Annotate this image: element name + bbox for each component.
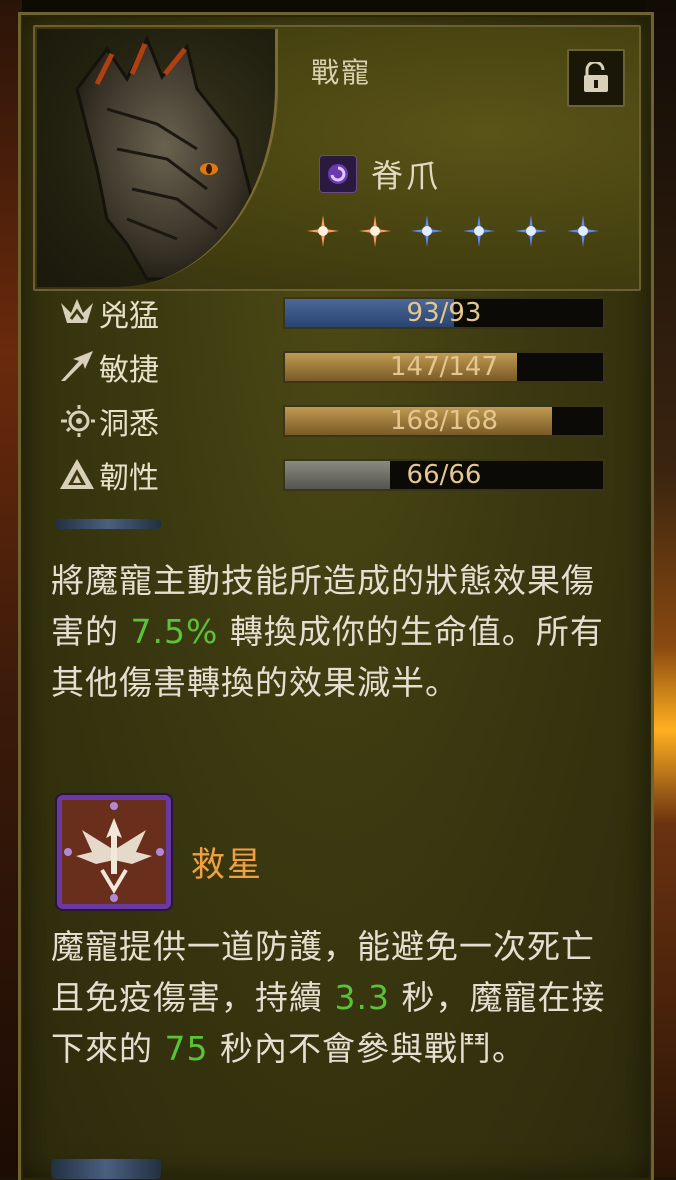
stat-bar-ferocity: 93/93: [283, 297, 605, 329]
rank-star-icon: [463, 215, 495, 247]
stat-value: 168/168: [389, 406, 498, 436]
pet-name: 脊爪: [371, 157, 442, 195]
rank-star-icon: [567, 215, 599, 247]
section-divider: [55, 519, 161, 529]
skill-cooldown-value: 75: [164, 1029, 209, 1068]
skill-duration-value: 3.3: [334, 978, 390, 1017]
stat-value: 147/147: [389, 352, 498, 382]
rank-star-icon: [515, 215, 547, 247]
pet-tooltip-panel: 戰寵 脊爪 兇猛 93/93 敏捷 147/147 洞悉 168/168 韌性 …: [18, 12, 654, 1180]
stat-bar-toughness: 66/66: [283, 459, 605, 491]
skill-name: 救星: [191, 845, 263, 885]
stat-label: 洞悉: [99, 407, 159, 442]
pet-name-row: 脊爪: [319, 151, 441, 197]
pet-portrait: [37, 29, 278, 287]
stat-row-insight: 洞悉: [57, 401, 269, 442]
lock-toggle-button[interactable]: [567, 49, 625, 107]
stat-bar-agility: 147/147: [283, 351, 605, 383]
ferocity-icon: [61, 299, 93, 323]
stat-row-toughness: 韌性: [57, 455, 269, 496]
passive-value: 7.5%: [130, 612, 219, 651]
stat-row-ferocity: 兇猛: [57, 293, 269, 334]
stat-value: 66/66: [406, 460, 482, 490]
skill-description: 魔寵提供一道防護，能避免一次死亡且免疫傷害，持續 3.3 秒，魔寵在接下來的 7…: [51, 921, 611, 1074]
toughness-icon: [60, 459, 94, 489]
stat-label: 韌性: [99, 461, 159, 496]
pet-header: 戰寵 脊爪: [33, 25, 641, 291]
void-rune-icon: [319, 155, 357, 193]
stat-row-agility: 敏捷: [57, 347, 269, 388]
rank-star-icon: [307, 215, 339, 247]
unlock-icon: [584, 62, 608, 92]
stat-label: 敏捷: [99, 353, 159, 388]
background-top: [0, 0, 676, 12]
pet-type-label: 戰寵: [311, 56, 372, 89]
stat-bar-insight: 168/168: [283, 405, 605, 437]
pet-rank-stars: [305, 213, 601, 249]
rank-star-icon: [411, 215, 443, 247]
rank-star-icon: [359, 215, 391, 247]
passive-description: 將魔寵主動技能所造成的狀態效果傷害的 7.5% 轉換成你的生命值。所有其他傷害轉…: [51, 555, 611, 708]
agility-icon: [61, 351, 93, 381]
stat-label: 兇猛: [99, 299, 159, 334]
section-divider: [51, 1159, 161, 1179]
insight-icon: [61, 405, 95, 437]
stat-value: 93/93: [406, 298, 482, 328]
ward-star-icon[interactable]: [57, 795, 171, 909]
skill-text: 秒內不會參與戰鬥。: [208, 1029, 526, 1068]
